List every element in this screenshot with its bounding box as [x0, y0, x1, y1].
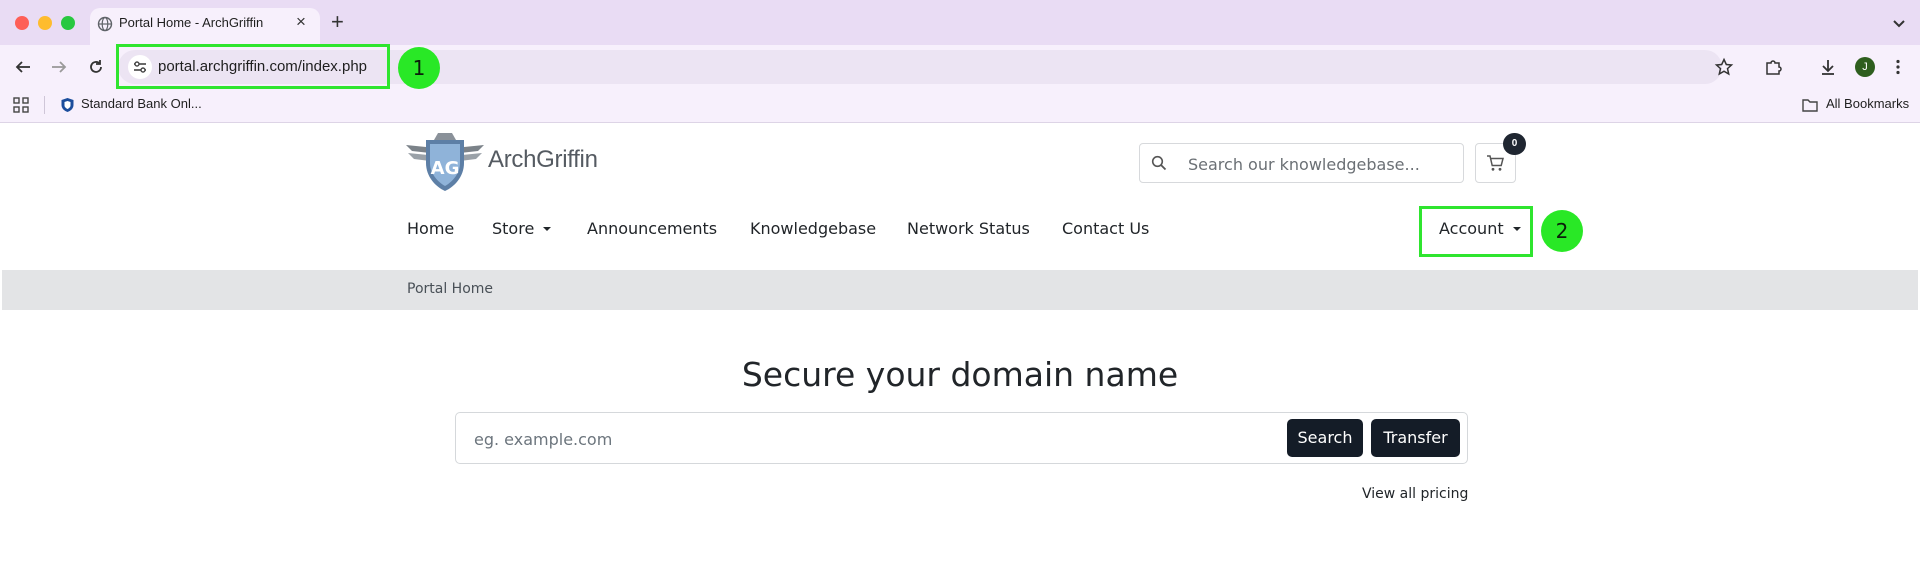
new-tab-button[interactable]: + — [331, 10, 344, 34]
profile-avatar[interactable]: J — [1855, 57, 1875, 77]
nav-contact-us[interactable]: Contact Us — [1062, 219, 1149, 238]
bookmark-star-icon[interactable] — [1714, 57, 1734, 77]
view-all-pricing-link[interactable]: View all pricing — [1362, 486, 1468, 502]
domain-transfer-button[interactable]: Transfer — [1371, 419, 1460, 457]
download-icon[interactable] — [1818, 57, 1838, 77]
all-bookmarks-link[interactable]: All Bookmarks — [1826, 96, 1909, 111]
nav-store[interactable]: Store — [492, 219, 552, 238]
page-title: Secure your domain name — [741, 355, 1179, 394]
forward-arrow-icon[interactable] — [49, 57, 69, 77]
domain-search-button[interactable]: Search — [1287, 419, 1363, 457]
nav-network-status[interactable]: Network Status — [907, 219, 1030, 238]
highlight-box-url — [116, 44, 390, 89]
tab-title: Portal Home - ArchGriffin — [119, 15, 264, 30]
close-window-button[interactable] — [15, 16, 29, 30]
bookmarks-separator — [44, 96, 45, 114]
bank-shield-icon — [61, 98, 74, 112]
archgriffin-logo-icon[interactable]: AG — [404, 131, 486, 193]
browser-window: Portal Home - ArchGriffin × + portal.arc… — [0, 0, 1920, 562]
more-menu-icon[interactable] — [1888, 57, 1908, 77]
breadcrumb-portal-home: Portal Home — [407, 281, 494, 297]
page-content — [2, 124, 1918, 558]
bookmarks-bar — [0, 89, 1920, 123]
caret-down-icon — [543, 226, 552, 231]
shopping-cart-icon — [1487, 155, 1504, 171]
logo-wordmark[interactable]: ArchGriffin — [488, 146, 598, 174]
maximize-window-button[interactable] — [61, 16, 75, 30]
tab-close-icon[interactable]: × — [296, 13, 306, 31]
back-arrow-icon[interactable] — [13, 57, 33, 77]
bookmark-standard-bank[interactable]: Standard Bank Onl... — [81, 96, 202, 111]
highlight-box-account — [1419, 206, 1533, 257]
tab-search-chevron-icon[interactable] — [1890, 14, 1908, 32]
minimize-window-button[interactable] — [38, 16, 52, 30]
nav-announcements[interactable]: Announcements — [587, 219, 717, 238]
annotation-badge-2: 2 — [1541, 210, 1583, 252]
folder-icon — [1802, 99, 1818, 112]
nav-knowledgebase[interactable]: Knowledgebase — [750, 219, 876, 238]
logo-emblem-letters: AG — [431, 158, 460, 179]
domain-search-input[interactable] — [474, 427, 1254, 451]
nav-home[interactable]: Home — [407, 219, 454, 238]
extensions-puzzle-icon[interactable] — [1763, 57, 1783, 77]
breadcrumb — [2, 270, 1918, 310]
reload-icon[interactable] — [86, 57, 106, 77]
knowledgebase-search-input[interactable] — [1188, 153, 1448, 175]
nav-store-label: Store — [492, 219, 535, 238]
annotation-badge-1: 1 — [398, 47, 440, 89]
cart-count-badge: 0 — [1503, 133, 1526, 155]
search-icon — [1151, 155, 1167, 171]
globe-icon — [97, 16, 113, 32]
knowledgebase-search-box[interactable] — [1139, 143, 1464, 183]
apps-grid-icon[interactable] — [12, 96, 30, 114]
